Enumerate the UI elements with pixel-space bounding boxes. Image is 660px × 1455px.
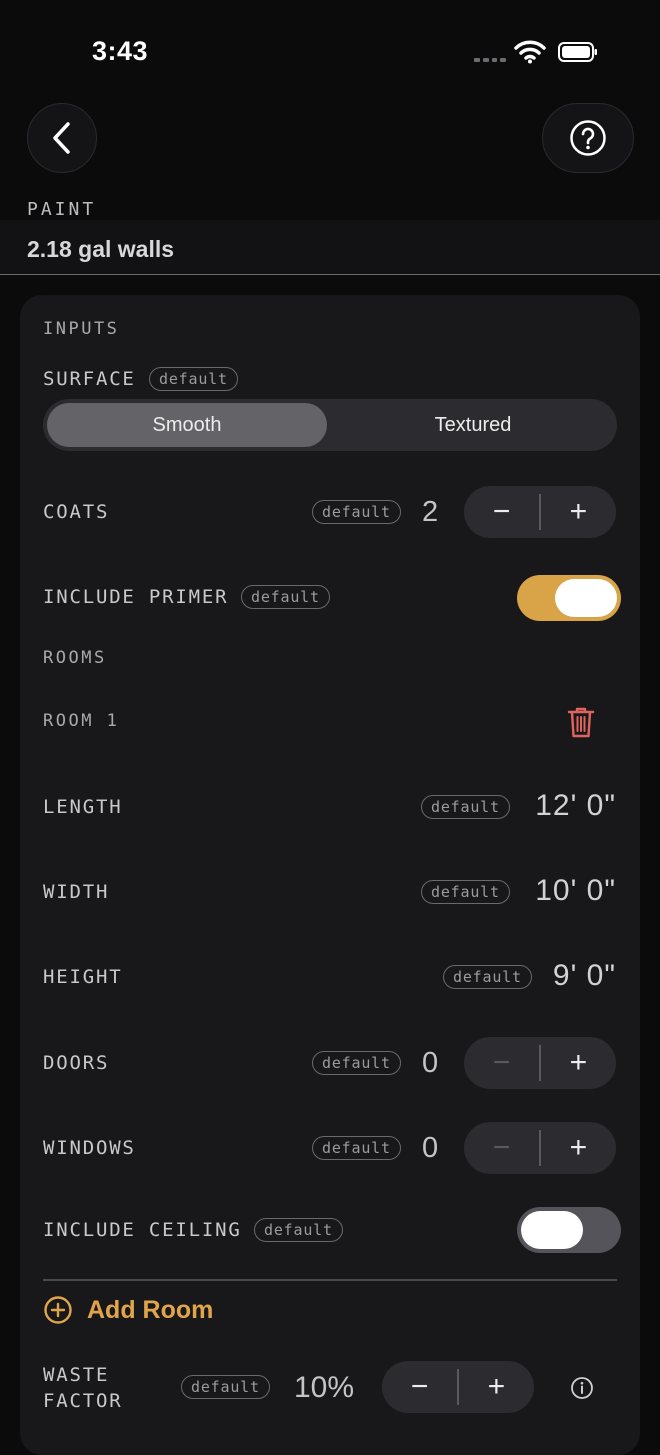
- doors-stepper: − +: [464, 1037, 616, 1089]
- surface-default-badge: default: [149, 367, 238, 391]
- width-value[interactable]: 10' 0": [535, 874, 616, 908]
- waste-factor-label: WASTE FACTOR: [43, 1362, 122, 1414]
- battery-icon: [558, 42, 597, 62]
- doors-decrement-button[interactable]: −: [464, 1037, 539, 1089]
- include-ceiling-label: INCLUDE CEILING: [43, 1219, 242, 1241]
- windows-value: 0: [422, 1132, 439, 1164]
- wifi-icon: [514, 40, 546, 64]
- doors-label: DOORS: [43, 1052, 110, 1074]
- surface-option-textured[interactable]: Textured: [333, 403, 613, 447]
- add-circle-icon: [44, 1296, 72, 1324]
- coats-label: COATS: [43, 501, 110, 523]
- waste-factor-value: 10%: [294, 1371, 355, 1404]
- length-value[interactable]: 12' 0": [535, 789, 616, 823]
- windows-label: WINDOWS: [43, 1137, 136, 1159]
- add-room-label: Add Room: [87, 1295, 214, 1324]
- coats-default-badge: default: [312, 500, 401, 524]
- include-ceiling-default-badge: default: [254, 1218, 343, 1242]
- waste-factor-label-line1: WASTE: [43, 1364, 110, 1386]
- help-icon: [570, 120, 606, 156]
- include-ceiling-toggle[interactable]: [517, 1207, 621, 1253]
- coats-stepper: − +: [464, 486, 616, 538]
- width-label: WIDTH: [43, 881, 110, 903]
- length-label: LENGTH: [43, 796, 123, 818]
- back-button[interactable]: [27, 103, 97, 173]
- trash-icon[interactable]: [566, 705, 596, 739]
- include-primer-label: INCLUDE PRIMER: [43, 586, 229, 608]
- section-label: PAINT: [27, 199, 97, 220]
- inputs-title: INPUTS: [43, 319, 120, 339]
- height-label: HEIGHT: [43, 966, 123, 988]
- doors-increment-button[interactable]: +: [541, 1037, 616, 1089]
- coats-decrement-button[interactable]: −: [464, 486, 539, 538]
- rooms-divider: [43, 1279, 617, 1281]
- include-primer-default-badge: default: [241, 585, 330, 609]
- length-default-badge: default: [421, 795, 510, 819]
- toggle-knob: [521, 1211, 583, 1249]
- add-room-button[interactable]: Add Room: [43, 1295, 213, 1325]
- waste-factor-stepper: − +: [382, 1361, 534, 1413]
- windows-decrement-button[interactable]: −: [464, 1122, 539, 1174]
- surface-option-smooth[interactable]: Smooth: [47, 403, 327, 447]
- waste-factor-decrement-button[interactable]: −: [382, 1361, 457, 1413]
- windows-default-badge: default: [312, 1136, 401, 1160]
- height-value[interactable]: 9' 0": [553, 959, 616, 993]
- waste-factor-label-line2: FACTOR: [43, 1390, 123, 1412]
- waste-factor-increment-button[interactable]: +: [459, 1361, 534, 1413]
- coats-value: 2: [422, 496, 439, 528]
- room-name: ROOM 1: [43, 711, 120, 731]
- coats-increment-button[interactable]: +: [541, 486, 616, 538]
- surface-label: SURFACE: [43, 368, 136, 390]
- result-summary: 2.18 gal walls: [27, 236, 175, 262]
- rooms-title: ROOMS: [43, 648, 107, 668]
- toggle-knob: [555, 579, 617, 617]
- windows-stepper: − +: [464, 1122, 616, 1174]
- surface-segmented-control: Smooth Textured: [43, 399, 617, 451]
- windows-increment-button[interactable]: +: [541, 1122, 616, 1174]
- doors-value: 0: [422, 1047, 439, 1079]
- cellular-signal-icon: [474, 58, 506, 62]
- width-default-badge: default: [421, 880, 510, 904]
- back-chevron-icon: [53, 122, 70, 154]
- help-button[interactable]: [542, 103, 634, 173]
- doors-default-badge: default: [312, 1051, 401, 1075]
- waste-factor-default-badge: default: [181, 1375, 270, 1399]
- status-time: 3:43: [92, 36, 149, 66]
- height-default-badge: default: [443, 965, 532, 989]
- include-primer-toggle[interactable]: [517, 575, 621, 621]
- info-icon[interactable]: [570, 1376, 594, 1400]
